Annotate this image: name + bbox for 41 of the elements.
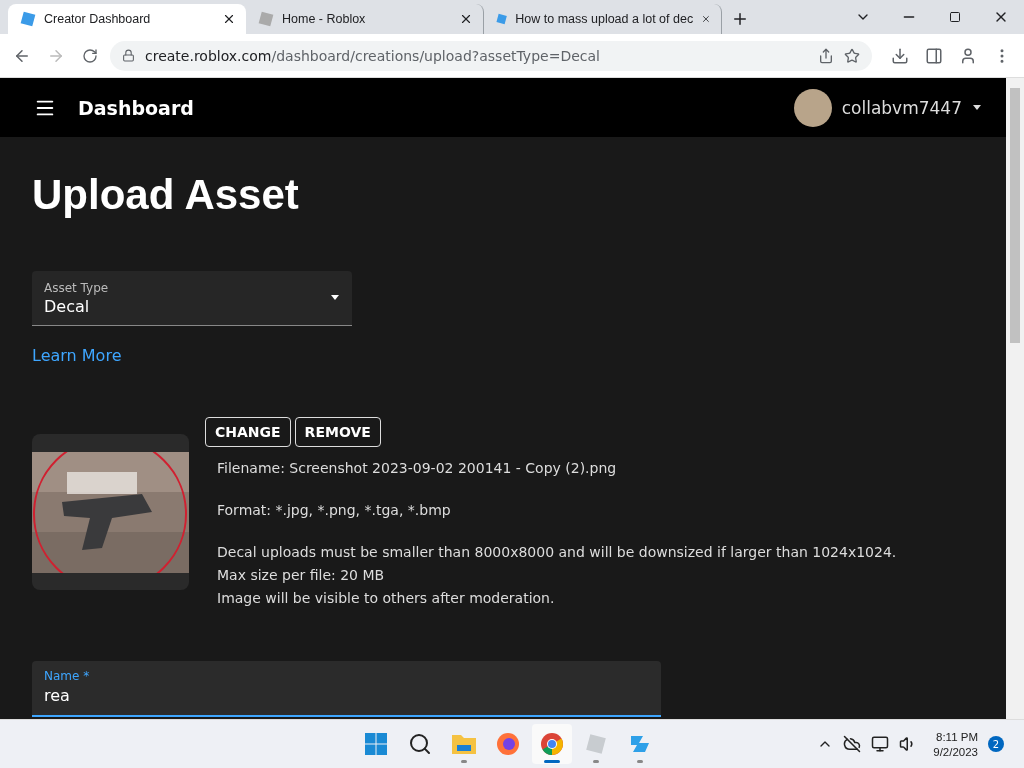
caret-icon — [330, 295, 340, 301]
download-icon[interactable] — [891, 46, 909, 65]
learn-more-link[interactable]: Learn More — [32, 346, 122, 365]
filename-text: Filename: Screenshot 2023-09-02 200141 - Copy (2).png — [217, 459, 618, 478]
address-bar[interactable]: create.roblox.com/dashboard/creations/upload?assetType=Decal — [110, 40, 872, 71]
share-icon[interactable] — [818, 47, 834, 64]
scrollbar[interactable] — [1006, 78, 1024, 719]
restore-icon[interactable] — [949, 11, 961, 23]
upload-note: Decal uploads must be smaller than 8000x8000 and will be downsized if larger than 1024x1024. — [217, 543, 897, 562]
chrome-icon — [540, 732, 564, 756]
clock[interactable]: 8:11 PM 9/2/2023 — [933, 730, 978, 758]
format-text: Format: *.jpg, *.png, *.tga, *.bmp — [217, 501, 452, 520]
caret-icon[interactable] — [972, 104, 982, 111]
dashboard-title: Dashboard — [78, 96, 194, 119]
profile-icon[interactable] — [959, 46, 977, 65]
close-icon[interactable] — [222, 12, 236, 26]
upload-note: Image will be visible to others after moderation. — [217, 589, 556, 608]
windows-icon — [364, 732, 388, 756]
cloud-off-icon[interactable] — [843, 735, 862, 753]
page-icon — [258, 11, 274, 27]
asset-type-select[interactable]: Asset Type Decal — [32, 271, 352, 326]
notification-badge[interactable]: 2 — [988, 736, 1004, 752]
url-text: create.roblox.com/dashboard/creations/upload?assetType=Decal — [145, 47, 600, 64]
username[interactable]: collabvm7447 — [841, 97, 962, 118]
image-action-button[interactable]: REMOVE — [294, 417, 381, 447]
upload-note: Max size per file: 20 MB — [217, 566, 386, 585]
lock-icon — [122, 49, 135, 62]
new-tab-icon[interactable] — [731, 10, 749, 28]
avatar[interactable] — [793, 88, 832, 127]
search-icon — [408, 732, 432, 756]
side-panel-icon[interactable] — [925, 46, 943, 65]
firefox-icon — [496, 732, 520, 756]
name-field[interactable]: Name * rea — [32, 661, 661, 717]
folder-icon — [451, 733, 477, 755]
network-icon[interactable] — [871, 735, 890, 753]
reload-icon[interactable] — [82, 47, 98, 64]
close-icon[interactable] — [459, 12, 473, 26]
bookmark-star-icon[interactable] — [844, 47, 860, 64]
browser-tab[interactable]: Creator Dashboard — [8, 4, 246, 34]
page-title: Upload Asset — [32, 171, 300, 219]
image-action-button[interactable]: CHANGE — [205, 417, 291, 447]
